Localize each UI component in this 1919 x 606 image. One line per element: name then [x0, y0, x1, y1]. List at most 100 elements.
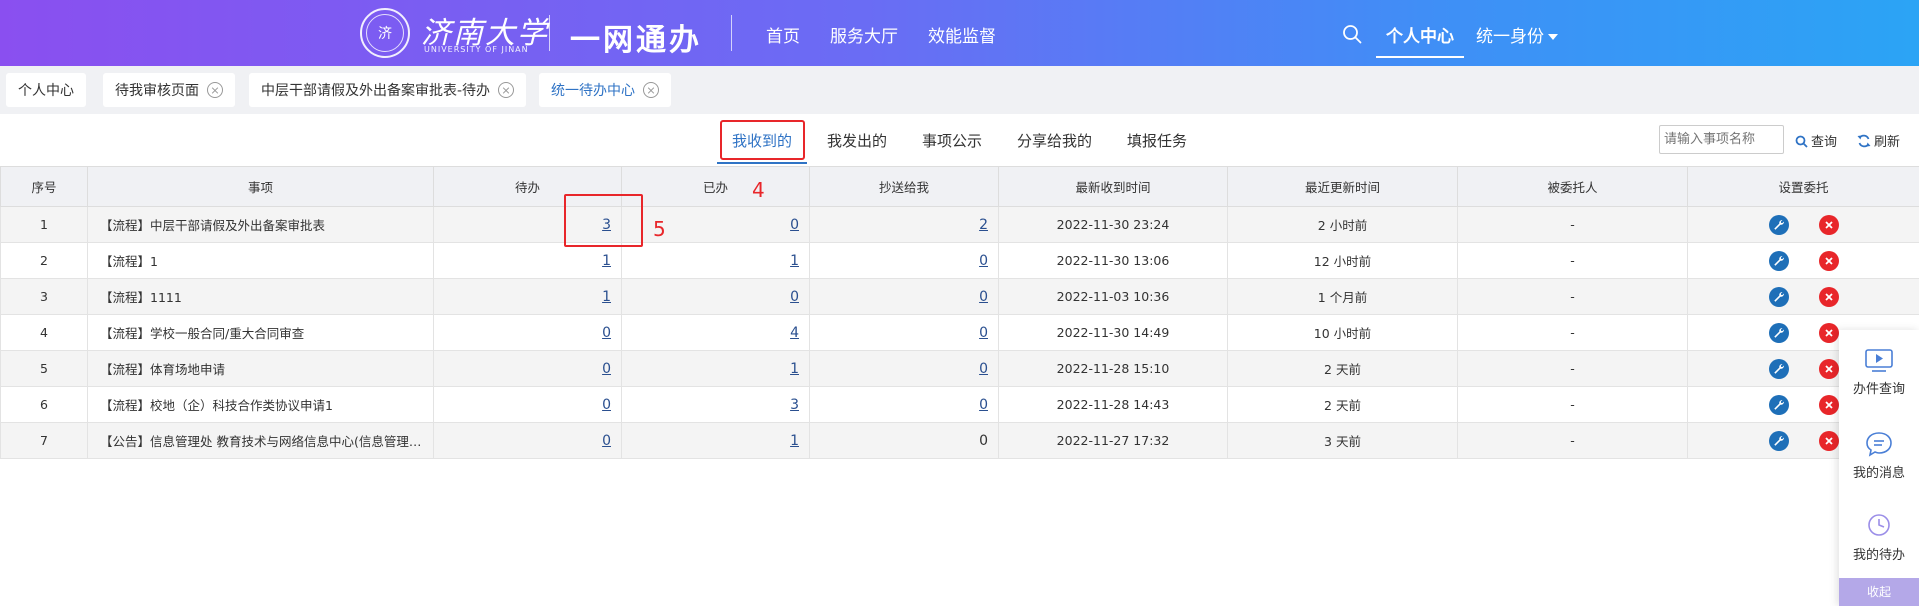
- cell-done-link[interactable]: 1: [790, 361, 799, 377]
- delegate-ops: [1768, 214, 1839, 235]
- cell-item: 【流程】1111: [87, 278, 434, 315]
- delete-icon[interactable]: [1818, 394, 1839, 415]
- cell-item: 【公告】信息管理处 教育技术与网络信息中心(信息管理处 ...: [87, 422, 434, 459]
- wrench-icon[interactable]: [1768, 250, 1789, 271]
- cell-received: 2022-11-30 13:06: [998, 242, 1228, 279]
- video-monitor-icon: [1865, 349, 1893, 372]
- wrench-icon[interactable]: [1768, 286, 1789, 307]
- cell-todo: 0: [433, 350, 622, 387]
- table-row[interactable]: 1 【流程】中层干部请假及外出备案审批表 3 0 2 2022-11-30 23:24 2 …: [0, 206, 1919, 243]
- cell-done-link[interactable]: 1: [790, 433, 799, 449]
- tab-fill-task[interactable]: 填报任务: [1127, 130, 1187, 151]
- table-row[interactable]: 5 【流程】体育场地申请 0 1 0 2022-11-28 15:10 2 天前 -: [0, 350, 1919, 387]
- cell-done: 1: [621, 242, 810, 279]
- tab-sent[interactable]: 我发出的: [827, 130, 887, 151]
- cell-cc-link[interactable]: 0: [979, 361, 988, 377]
- cell-done-link[interactable]: 0: [790, 217, 799, 233]
- delete-icon[interactable]: [1818, 322, 1839, 343]
- close-icon[interactable]: [207, 82, 223, 98]
- cell-updated: 2 天前: [1227, 386, 1458, 423]
- cell-item: 【流程】学校一般合同/重大合同审查: [87, 314, 434, 351]
- wrench-icon[interactable]: [1768, 214, 1789, 235]
- col-cc: 抄送给我: [809, 166, 999, 207]
- cell-todo: 0: [433, 422, 622, 459]
- wrench-icon[interactable]: [1768, 430, 1789, 451]
- delete-icon[interactable]: [1818, 250, 1839, 271]
- university-name-en: UNIVERSITY OF JINAN: [424, 45, 529, 54]
- wrench-icon[interactable]: [1768, 322, 1789, 343]
- wrench-icon[interactable]: [1768, 358, 1789, 379]
- nav-service-hall[interactable]: 服务大厅: [830, 22, 898, 47]
- cell-cc-link[interactable]: 0: [979, 397, 988, 413]
- collapse-button[interactable]: 收起: [1839, 578, 1919, 606]
- cell-done: 1: [621, 350, 810, 387]
- delete-icon[interactable]: [1818, 430, 1839, 451]
- page-tab-review[interactable]: 待我审核页面: [103, 73, 235, 107]
- cell-todo-link[interactable]: 0: [602, 433, 611, 449]
- float-item-todo[interactable]: 我的待办: [1839, 512, 1919, 563]
- annotation-box-5: [564, 194, 643, 247]
- cell-done-link[interactable]: 0: [790, 289, 799, 305]
- float-item-query[interactable]: 办件查询: [1839, 348, 1919, 397]
- cell-done: 0: [621, 206, 810, 243]
- cell-received: 2022-11-30 14:49: [998, 314, 1228, 351]
- tab-public[interactable]: 事项公示: [922, 130, 982, 151]
- cell-todo-link[interactable]: 1: [602, 253, 611, 269]
- refresh-button[interactable]: 刷新: [1857, 131, 1900, 150]
- delegate-ops: [1768, 394, 1839, 415]
- query-button[interactable]: 查询: [1795, 131, 1837, 150]
- cell-todo-link[interactable]: 1: [602, 289, 611, 305]
- close-icon[interactable]: [498, 82, 515, 98]
- top-header: 济 济南大学 UNIVERSITY OF JINAN 一网通办 首页 服务大厅 …: [0, 0, 1919, 66]
- delegate-ops: [1768, 286, 1839, 307]
- table-row[interactable]: 3 【流程】1111 1 0 0 2022-11-03 10:36 1 个月前 -: [0, 278, 1919, 315]
- cell-cc-link[interactable]: 2: [979, 217, 988, 233]
- table-row[interactable]: 6 【流程】校地（企）科技合作类协议申请1 0 3 0 2022-11-28 14:43 2…: [0, 386, 1919, 423]
- nav-personal-center[interactable]: 个人中心: [1376, 0, 1464, 58]
- cell-todo: 1: [433, 242, 622, 279]
- table-row[interactable]: 4 【流程】学校一般合同/重大合同审查 0 4 0 2022-11-30 14:49 10 …: [0, 314, 1919, 351]
- cell-cc-link: 0: [979, 432, 988, 449]
- delete-icon[interactable]: [1818, 286, 1839, 307]
- cell-done: 3: [621, 386, 810, 423]
- wrench-icon[interactable]: [1768, 394, 1789, 415]
- cell-cc-link[interactable]: 0: [979, 253, 988, 269]
- delete-icon[interactable]: [1818, 358, 1839, 379]
- cell-delegate: -: [1457, 278, 1688, 315]
- table-row[interactable]: 7 【公告】信息管理处 教育技术与网络信息中心(信息管理处 ... 0 1 0 2022-…: [0, 422, 1919, 459]
- delete-icon[interactable]: [1818, 214, 1839, 235]
- float-item-messages[interactable]: 我的消息: [1839, 430, 1919, 481]
- cell-todo-link[interactable]: 0: [602, 361, 611, 377]
- cell-updated: 12 小时前: [1227, 242, 1458, 279]
- page-tab-leave-form[interactable]: 中层干部请假及外出备案审批表-待办: [249, 73, 527, 107]
- page-tabs-bar: 个人中心 待我审核页面 中层干部请假及外出备案审批表-待办 统一待办中心: [0, 66, 1919, 114]
- cell-updated: 10 小时前: [1227, 314, 1458, 351]
- todo-table: 序号 事项 待办 已办 抄送给我 最新收到时间 最近更新时间 被委托人 设置委托…: [0, 166, 1919, 459]
- cell-cc-link[interactable]: 0: [979, 289, 988, 305]
- table-row[interactable]: 2 【流程】1 1 1 0 2022-11-30 13:06 12 小时前 -: [0, 242, 1919, 279]
- cell-item: 【流程】体育场地申请: [87, 350, 434, 387]
- logo-divider: [549, 15, 550, 51]
- col-received: 最新收到时间: [998, 166, 1228, 207]
- search-input[interactable]: [1659, 125, 1784, 154]
- cell-cc: 2: [809, 206, 999, 243]
- search-icon[interactable]: [1342, 24, 1362, 44]
- identity-dropdown[interactable]: 统一身份: [1476, 22, 1558, 47]
- page-tab-todo-center[interactable]: 统一待办中心: [539, 73, 671, 107]
- cell-no: 4: [0, 314, 88, 351]
- cell-updated: 3 天前: [1227, 422, 1458, 459]
- tab-shared[interactable]: 分享给我的: [1017, 130, 1092, 151]
- cell-done-link[interactable]: 3: [790, 397, 799, 413]
- nav-efficiency[interactable]: 效能监督: [928, 22, 996, 47]
- cell-todo-link[interactable]: 0: [602, 325, 611, 341]
- annotation-label-4: 4: [752, 178, 765, 202]
- cell-received: 2022-11-30 23:24: [998, 206, 1228, 243]
- page-tab-personal-center[interactable]: 个人中心: [6, 73, 86, 107]
- cell-done-link[interactable]: 4: [790, 325, 799, 341]
- cell-cc-link[interactable]: 0: [979, 325, 988, 341]
- close-icon[interactable]: [643, 82, 659, 98]
- cell-todo-link[interactable]: 0: [602, 397, 611, 413]
- col-updated: 最近更新时间: [1227, 166, 1458, 207]
- nav-home[interactable]: 首页: [766, 22, 800, 47]
- cell-done-link[interactable]: 1: [790, 253, 799, 269]
